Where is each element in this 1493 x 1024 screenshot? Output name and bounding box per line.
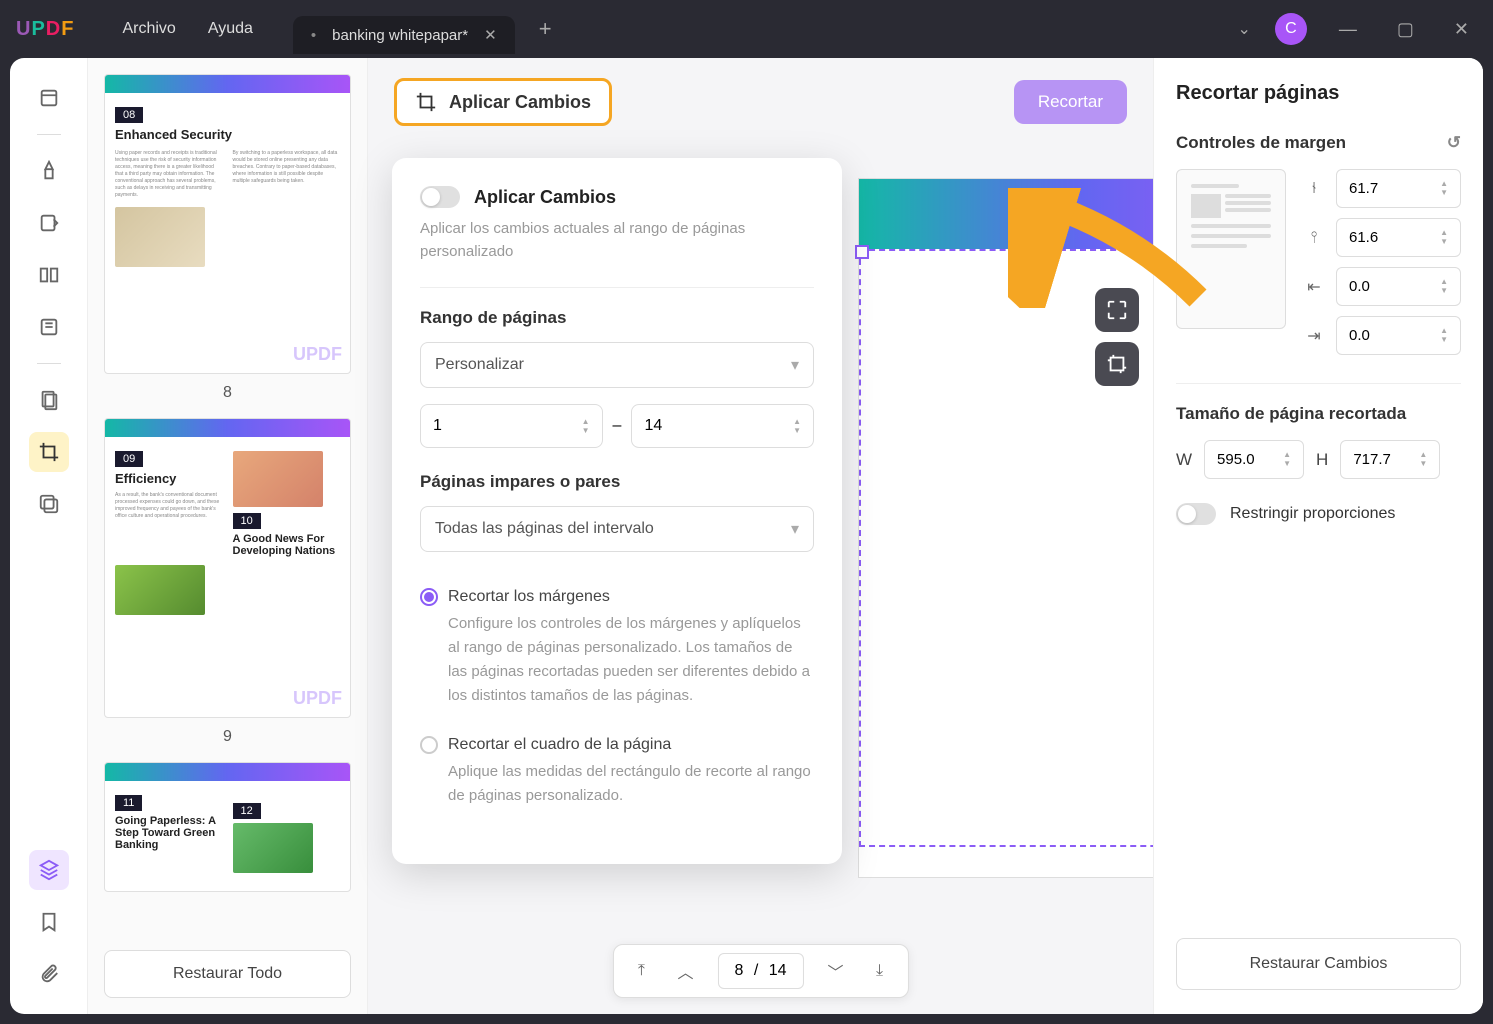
range-to-input[interactable]: 14 ▲▼ <box>631 404 814 448</box>
tool-form-icon[interactable] <box>29 307 69 347</box>
margin-right-icon: ⇥ <box>1302 326 1326 346</box>
margin-right-input[interactable]: 0.0▲▼ <box>1336 316 1461 355</box>
chevron-down-icon[interactable]: ⌄ <box>1237 19 1250 39</box>
margin-left-input[interactable]: 0.0▲▼ <box>1336 267 1461 306</box>
margin-left-icon: ⇤ <box>1302 277 1326 297</box>
margin-preview <box>1176 169 1286 329</box>
page-indicator[interactable]: 8 / 14 <box>717 953 803 989</box>
radio-icon <box>420 736 438 754</box>
crop-margins-radio[interactable]: Recortar los márgenes <box>420 588 814 606</box>
panel-title: Recortar páginas <box>1176 82 1461 105</box>
user-avatar[interactable]: C <box>1275 13 1307 45</box>
margin-top-input[interactable]: 61.7▲▼ <box>1336 169 1461 208</box>
radio-icon <box>420 588 438 606</box>
tab-title: banking whitepapar* <box>332 27 468 44</box>
close-button[interactable]: ✕ <box>1446 15 1477 44</box>
first-page-icon[interactable]: ⤒ <box>621 953 661 989</box>
minimize-button[interactable]: ― <box>1331 15 1365 44</box>
menu-help[interactable]: Ayuda <box>208 20 253 38</box>
crop-tool-icon[interactable] <box>1095 342 1139 386</box>
app-logo: UPDF <box>16 18 74 41</box>
page-thumbnail[interactable]: 08 Enhanced Security Using paper records… <box>104 74 351 374</box>
tool-highlight-icon[interactable] <box>29 151 69 191</box>
page-navigator: ⤒ ︿ 8 / 14 ﹀ ⤓ <box>612 944 908 998</box>
attachment-icon[interactable] <box>29 954 69 994</box>
reset-margin-icon[interactable]: ↺ <box>1447 133 1461 153</box>
watermark: UPDF <box>293 344 342 365</box>
tool-layers-icon[interactable] <box>29 850 69 890</box>
apply-changes-button[interactable]: Aplicar Cambios <box>394 78 612 126</box>
odd-even-select[interactable]: Todas las páginas del intervalo▾ <box>420 506 814 552</box>
last-page-icon[interactable]: ⤓ <box>860 953 900 989</box>
margin-top-icon: ⫮ <box>1302 180 1326 198</box>
margin-bottom-icon: ⫯ <box>1302 229 1326 247</box>
margin-bottom-input[interactable]: 61.6▲▼ <box>1336 218 1461 257</box>
page-thumb-title: Enhanced Security <box>115 127 340 142</box>
tab-close-icon[interactable]: ✕ <box>484 26 497 44</box>
menu-file[interactable]: Archivo <box>122 20 175 38</box>
height-input[interactable]: 717.7▲▼ <box>1340 440 1440 479</box>
fit-page-icon[interactable] <box>1095 288 1139 332</box>
next-page-icon[interactable]: ﹀ <box>816 953 856 989</box>
restore-changes-button[interactable]: Restaurar Cambios <box>1176 938 1461 990</box>
bookmark-icon[interactable] <box>29 902 69 942</box>
tool-batch-icon[interactable] <box>29 484 69 524</box>
restrict-proportions-toggle[interactable] <box>1176 503 1216 525</box>
tool-edit-icon[interactable] <box>29 203 69 243</box>
crop-icon <box>415 91 437 113</box>
range-select[interactable]: Personalizar▾ <box>420 342 814 388</box>
tool-organize-icon[interactable] <box>29 380 69 420</box>
width-input[interactable]: 595.0▲▼ <box>1204 440 1304 479</box>
tool-crop-icon[interactable] <box>29 432 69 472</box>
tool-view-icon[interactable] <box>29 78 69 118</box>
thumb-page-number: 9 <box>104 728 351 746</box>
apply-changes-popup: Aplicar Cambios Aplicar los cambios actu… <box>392 158 842 864</box>
page-thumbnail[interactable]: 09 Efficiency As a result, the bank's co… <box>104 418 351 718</box>
crop-button[interactable]: Recortar <box>1014 80 1127 124</box>
crop-box-radio[interactable]: Recortar el cuadro de la página <box>420 736 814 754</box>
maximize-button[interactable]: ▢ <box>1389 15 1422 44</box>
thumb-page-number: 8 <box>104 384 351 402</box>
tool-pages-icon[interactable] <box>29 255 69 295</box>
document-tab[interactable]: • banking whitepapar* ✕ <box>293 16 515 54</box>
page-badge: 08 <box>115 107 143 123</box>
add-tab-icon[interactable]: + <box>539 16 552 42</box>
apply-toggle[interactable] <box>420 186 460 208</box>
prev-page-icon[interactable]: ︿ <box>665 953 705 989</box>
range-from-input[interactable]: 1 ▲▼ <box>420 404 603 448</box>
restore-all-button[interactable]: Restaurar Todo <box>104 950 351 998</box>
page-thumbnail[interactable]: 11 Going Paperless: A Step Toward Green … <box>104 762 351 892</box>
